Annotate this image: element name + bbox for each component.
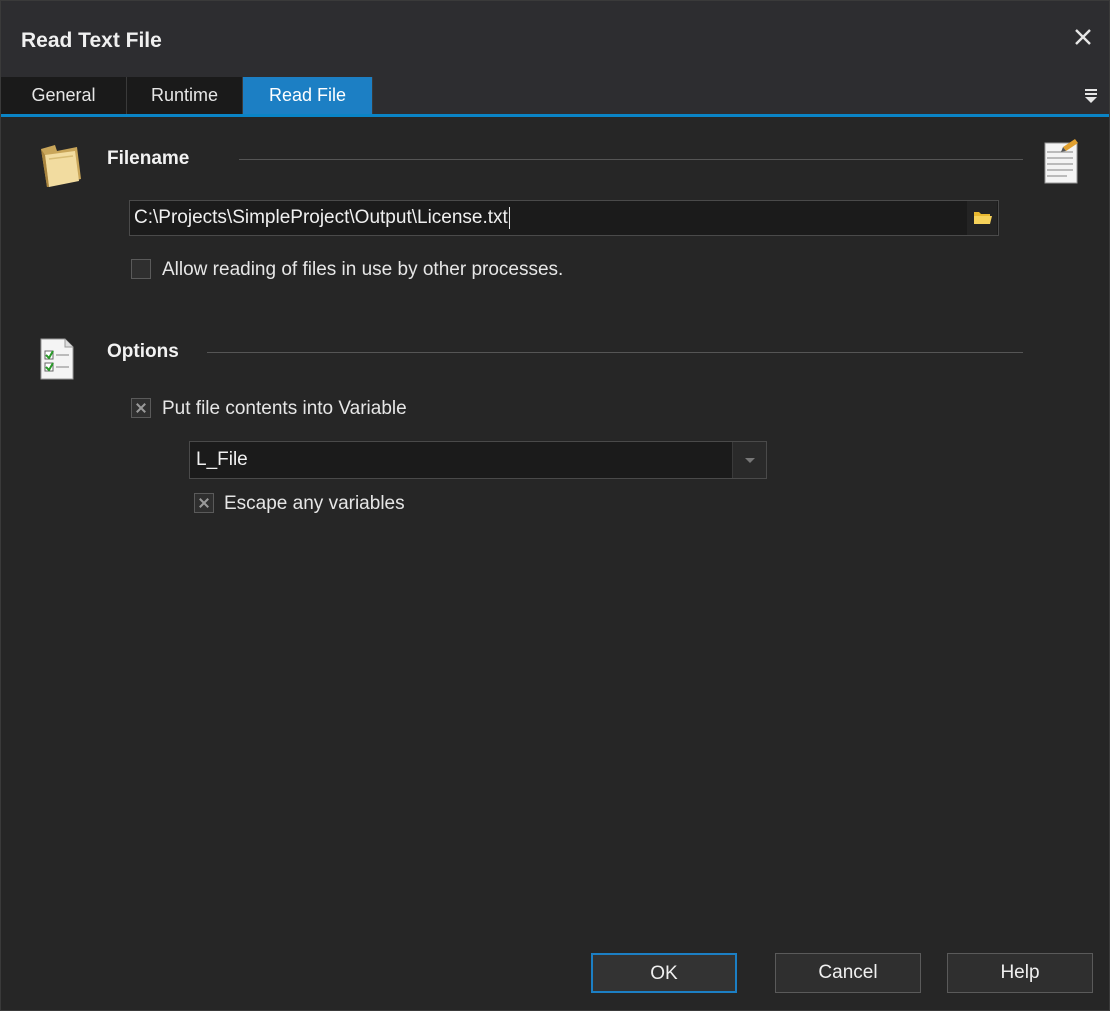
cancel-button[interactable]: Cancel [775, 953, 921, 993]
escape-variables-label: Escape any variables [224, 493, 405, 514]
filename-section-title: Filename [107, 148, 190, 169]
put-into-variable-checkbox[interactable] [131, 398, 151, 418]
tab-read-file[interactable]: Read File [243, 77, 373, 114]
variable-select-value: L_File [196, 449, 248, 470]
filename-section-divider [239, 159, 1023, 160]
chevron-down-icon[interactable] [732, 442, 766, 478]
options-section-title: Options [107, 341, 179, 362]
notepad-icon[interactable] [1041, 137, 1081, 191]
folder-icon [37, 141, 83, 195]
folder-open-icon [974, 212, 992, 224]
put-into-variable-label: Put file contents into Variable [162, 398, 407, 419]
browse-button[interactable] [967, 201, 997, 235]
text-caret [508, 206, 510, 229]
variable-select[interactable]: L_File [189, 441, 767, 479]
filename-input-value: C:\Projects\SimpleProject\Output\License… [134, 207, 508, 228]
ok-button[interactable]: OK [591, 953, 737, 993]
tab-bar: General Runtime Read File [1, 77, 1109, 117]
checklist-icon [37, 335, 77, 389]
help-button[interactable]: Help [947, 953, 1093, 993]
filename-input[interactable]: C:\Projects\SimpleProject\Output\License… [129, 200, 999, 236]
allow-in-use-label: Allow reading of files in use by other p… [162, 259, 564, 280]
tab-runtime[interactable]: Runtime [127, 77, 243, 114]
close-icon[interactable] [1069, 23, 1097, 51]
options-section-divider [207, 352, 1023, 353]
menu-icon[interactable] [1081, 83, 1101, 107]
title-bar: Read Text File [1, 1, 1109, 77]
dialog-window: Read Text File General Runtime Read File… [0, 0, 1110, 1011]
escape-variables-checkbox[interactable] [194, 493, 214, 513]
window-title: Read Text File [21, 29, 162, 52]
tab-general[interactable]: General [1, 77, 127, 114]
allow-in-use-checkbox[interactable] [131, 259, 151, 279]
